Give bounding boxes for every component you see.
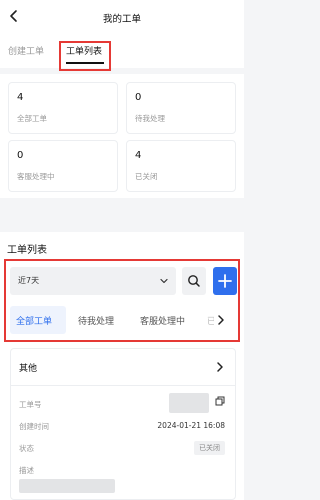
created-time-value: 2024-01-21 16:08: [157, 421, 225, 430]
status-label: 状态: [19, 444, 34, 453]
description-value: [19, 479, 115, 493]
summary-label: 全部工单: [17, 114, 47, 123]
tab-create-ticket[interactable]: 创建工单: [8, 44, 44, 57]
summary-count: 0: [135, 92, 142, 103]
section-title: 工单列表: [7, 245, 47, 256]
chevron-right-icon[interactable]: [215, 361, 225, 373]
highlight-box-filters: [4, 259, 240, 342]
summary-card-in-service[interactable]: 0 客服处理中: [8, 140, 118, 192]
summary-count: 4: [17, 92, 24, 103]
divider: [11, 385, 235, 386]
description-label: 描述: [19, 466, 34, 475]
summary-label: 客服处理中: [17, 172, 55, 181]
ticket-no-label: 工单号: [19, 400, 42, 409]
highlight-box-tab: [59, 41, 111, 71]
summary-card-all[interactable]: 4 全部工单: [8, 82, 118, 134]
page-title: 我的工单: [102, 14, 141, 25]
created-time-label: 创建时间: [19, 422, 49, 431]
summary-label: 待我处理: [135, 114, 165, 123]
summary-card-closed[interactable]: 4 已关闭: [126, 140, 236, 192]
summary-count: 4: [135, 150, 142, 161]
ticket-category: 其他: [19, 364, 38, 374]
summary-card-pending[interactable]: 0 待我处理: [126, 82, 236, 134]
top-bar: 我的工单: [0, 0, 244, 36]
summary-label: 已关闭: [135, 172, 158, 181]
copy-icon[interactable]: [215, 396, 225, 406]
summary-count: 0: [17, 150, 24, 161]
ticket-no-value: [169, 393, 209, 413]
summary-panel: 4 全部工单 0 待我处理 0 客服处理中 4 已关闭: [0, 74, 244, 198]
tab-bar: 创建工单 工单列表: [0, 36, 244, 68]
ticket-card[interactable]: 其他 工单号 创建时间 2024-01-21 16:08 状态 已关闭 描述: [10, 348, 236, 500]
status-badge: 已关闭: [194, 441, 225, 455]
